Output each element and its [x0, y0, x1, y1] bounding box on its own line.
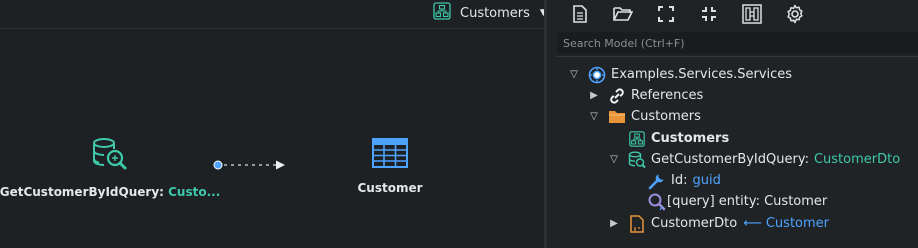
search-model-input[interactable]	[557, 32, 918, 54]
query-icon	[90, 137, 130, 177]
tree-item-root[interactable]: ▽ Examples.Services.Services	[567, 64, 792, 85]
tree-item-query-entity[interactable]: [query] entity: Customer	[627, 191, 827, 212]
query-node-label: GetCustomerByIdQuery: Custo...	[0, 185, 220, 199]
tree-item-label: GetCustomerByIdQuery:	[651, 152, 809, 167]
link-icon	[607, 86, 627, 106]
diagram-icon	[432, 1, 452, 25]
tree-item-label: Customers	[651, 131, 730, 146]
tree-item-label: CustomerDto	[651, 216, 738, 231]
settings-icon[interactable]	[782, 3, 808, 25]
folder-icon	[607, 107, 627, 127]
collapse-icon[interactable]	[696, 3, 722, 25]
query-node-type: Custo...	[168, 185, 221, 199]
table-icon	[372, 137, 408, 173]
tree-item-id-property[interactable]: Id: guid	[627, 170, 721, 191]
dto-icon	[627, 214, 647, 234]
diagram-icon	[627, 129, 647, 149]
mapped-from-arrow-icon: ⟵	[743, 216, 762, 231]
diagram-canvas[interactable]: Customers ▼ GetCustomerByIdQuery: Custo.…	[0, 0, 547, 248]
tree-item-label: References	[631, 88, 704, 103]
tree-item-folder-customers[interactable]: ▽ Customers	[587, 106, 701, 127]
chevron-down-icon[interactable]: ▽	[567, 69, 581, 80]
diagram-selector[interactable]: Customers ▼	[432, 2, 547, 24]
association-arrow[interactable]	[212, 158, 292, 172]
tree-item-label: Examples.Services.Services	[611, 67, 793, 82]
magnifier-icon	[647, 192, 667, 212]
document-icon[interactable]	[567, 3, 593, 25]
tree-item-label: Customers	[631, 109, 701, 124]
tree-item-mapped-from: Customer	[765, 216, 830, 231]
tree-item-customer-dto[interactable]: ▶ CustomerDto ⟵ Customer	[607, 213, 829, 234]
search-divider	[557, 56, 918, 57]
open-folder-icon[interactable]	[610, 3, 636, 25]
model-tree-pane: ▽ Examples.Services.Services ▶ Reference…	[547, 0, 918, 248]
expand-icon[interactable]	[653, 3, 679, 25]
chevron-down-icon[interactable]: ▽	[587, 111, 601, 122]
chevron-down-icon[interactable]: ▽	[607, 154, 621, 165]
entity-node[interactable]: Customer	[340, 137, 440, 195]
tree-item-label: [query] entity: Customer	[667, 194, 828, 209]
query-icon	[627, 150, 647, 170]
chevron-right-icon[interactable]: ▶	[587, 90, 601, 101]
service-package-icon	[587, 65, 607, 85]
wrench-icon	[647, 171, 667, 191]
entity-node-label: Customer	[357, 181, 423, 195]
diagram-selector-label: Customers	[460, 5, 530, 21]
tree-item-diagram-customers[interactable]: Customers	[607, 128, 729, 149]
tree-item-type: CustomerDto	[813, 152, 901, 167]
chevron-right-icon[interactable]: ▶	[607, 218, 621, 229]
tree-toolbar	[547, 0, 918, 28]
tree-item-references[interactable]: ▶ References	[587, 85, 703, 106]
tree-item-label: Id:	[671, 173, 688, 188]
diagram-header: Customers ▼	[0, 0, 547, 29]
query-node-name: GetCustomerByIdQuery:	[0, 185, 164, 199]
tree-item-type: guid	[692, 173, 721, 188]
tree-item-query[interactable]: ▽ GetCustomerByIdQuery: CustomerDto	[607, 149, 900, 170]
designer-icon[interactable]	[739, 3, 765, 25]
query-node[interactable]: GetCustomerByIdQuery: Custo...	[0, 137, 220, 199]
